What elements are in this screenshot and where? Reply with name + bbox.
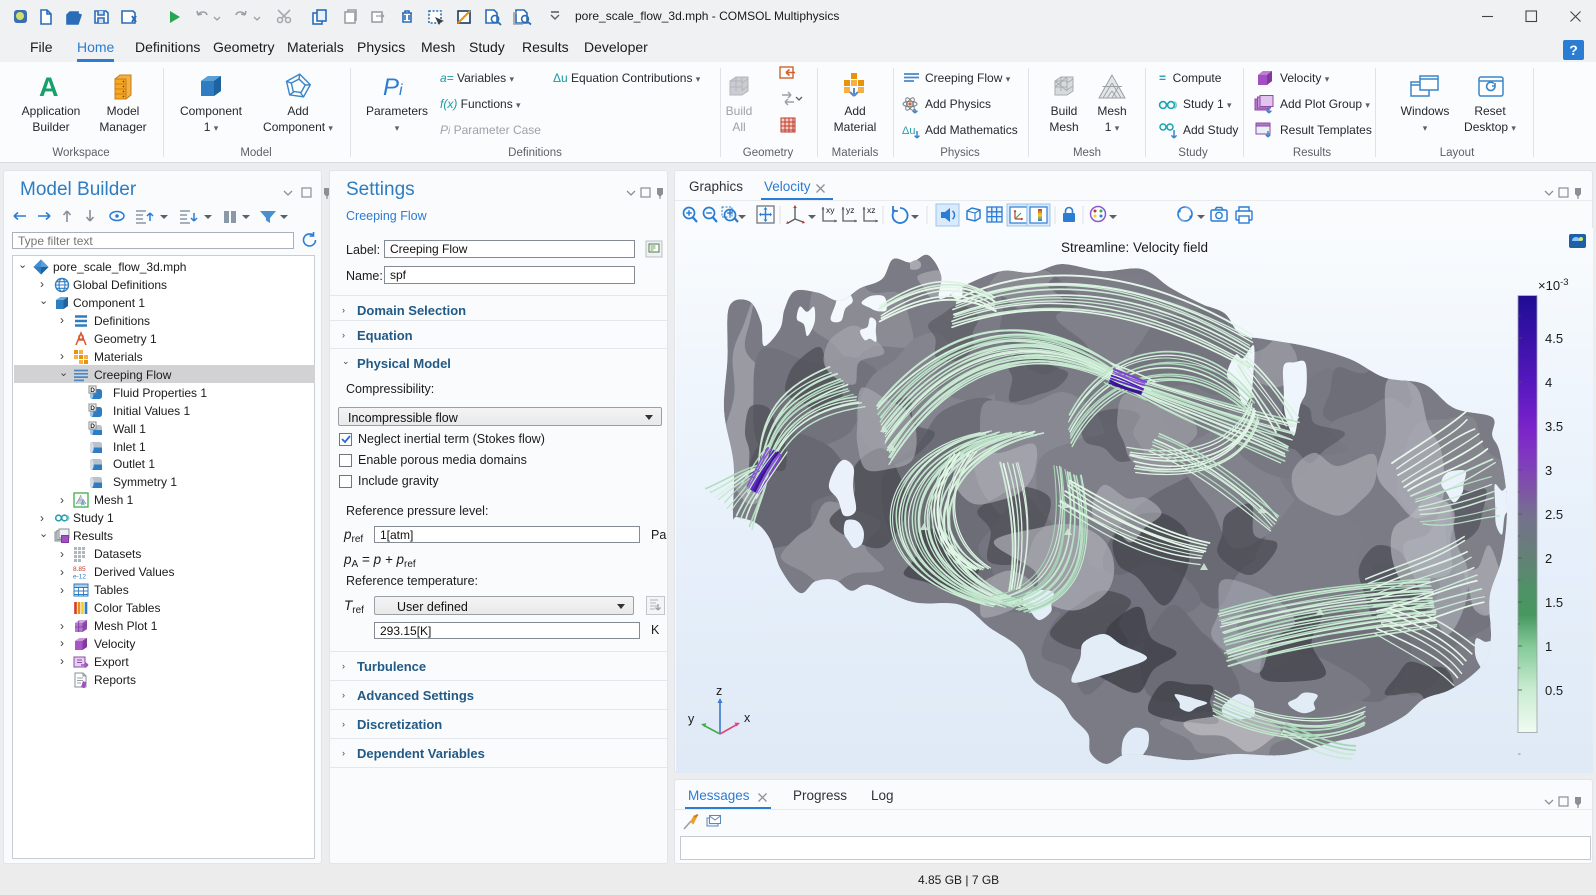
- svg-text:D: D: [90, 387, 95, 394]
- svg-text:Streamline: Velocity field: Streamline: Velocity field: [1061, 240, 1208, 255]
- svg-text:Δu: Δu: [902, 125, 915, 137]
- svg-text:3.5: 3.5: [1545, 419, 1563, 434]
- svg-text:y: y: [688, 712, 695, 726]
- svg-text:8.85: 8.85: [73, 566, 86, 573]
- svg-text:4.5: 4.5: [1545, 331, 1563, 346]
- svg-text:x: x: [744, 711, 751, 725]
- svg-text:2: 2: [1545, 551, 1552, 566]
- svg-text:2.5: 2.5: [1545, 507, 1563, 522]
- svg-text:0.5: 0.5: [1545, 683, 1563, 698]
- svg-text:z: z: [716, 684, 722, 698]
- svg-text:1.5: 1.5: [1545, 595, 1563, 610]
- svg-text:1: 1: [1545, 639, 1552, 654]
- svg-text:D: D: [90, 423, 95, 430]
- svg-text:4: 4: [1545, 375, 1552, 390]
- svg-text:D: D: [90, 405, 95, 412]
- svg-text:A: A: [81, 502, 85, 508]
- svg-text:e-12: e-12: [73, 574, 86, 581]
- svg-text:3: 3: [1545, 463, 1552, 478]
